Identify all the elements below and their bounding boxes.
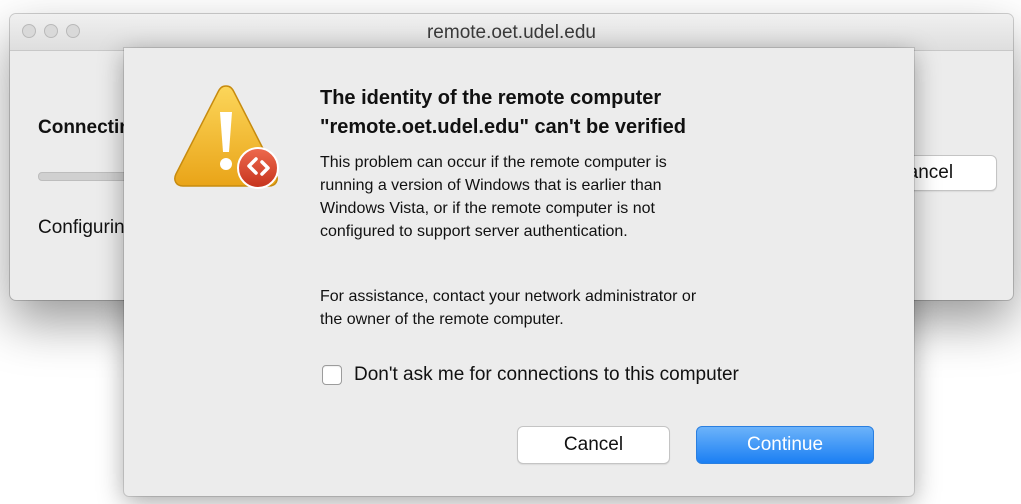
dialog-message: This problem can occur if the remote com… (320, 151, 880, 243)
window-titlebar[interactable]: remote.oet.udel.edu (10, 14, 1013, 51)
dialog-message-line: Windows Vista, or if the remote computer… (320, 200, 655, 217)
dialog-help-text: For assistance, contact your network adm… (320, 285, 880, 331)
dialog-message-line: configured to support server authenticat… (320, 223, 628, 240)
dont-ask-checkbox[interactable] (322, 365, 342, 385)
dialog-heading-line: "remote.oet.udel.edu" can't be verified (320, 116, 687, 138)
cancel-button[interactable]: Cancel (517, 426, 670, 464)
certificate-warning-sheet: The identity of the remote computer "rem… (124, 48, 914, 496)
dialog-message-line: This problem can occur if the remote com… (320, 154, 667, 171)
dialog-help-line: For assistance, contact your network adm… (320, 288, 697, 305)
dialog-message-line: running a version of Windows that is ear… (320, 177, 662, 194)
dont-ask-label[interactable]: Don't ask me for connections to this com… (354, 364, 739, 386)
continue-button[interactable]: Continue (696, 426, 874, 464)
warning-triangle-icon (174, 85, 279, 189)
connection-status-text: Configuring (38, 217, 136, 238)
window-title: remote.oet.udel.edu (426, 22, 596, 43)
dont-ask-option[interactable]: Don't ask me for connections to this com… (322, 364, 739, 386)
screen: remote.oet.udel.edu Connecting Configuri… (0, 0, 1021, 504)
dialog-help-line: the owner of the remote computer. (320, 311, 564, 328)
remote-desktop-icon (237, 147, 279, 189)
dialog-heading: The identity of the remote computer "rem… (320, 84, 880, 142)
dialog-heading-line: The identity of the remote computer (320, 87, 662, 109)
